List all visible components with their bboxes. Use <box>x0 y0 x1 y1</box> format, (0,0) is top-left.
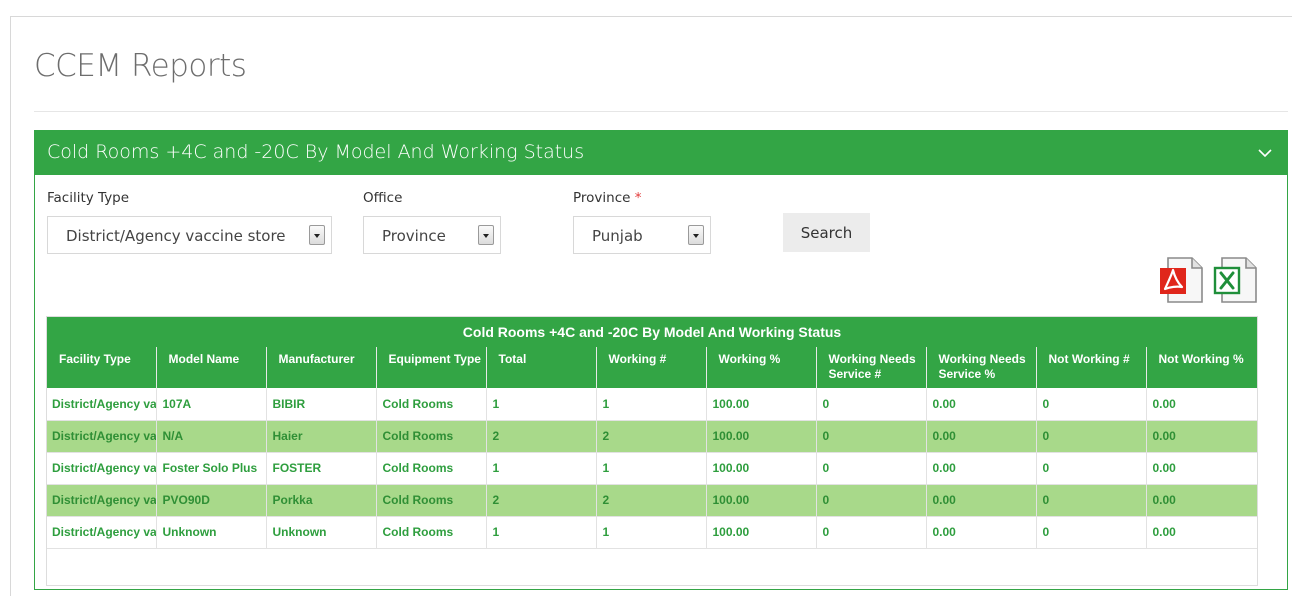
column-header[interactable]: Working # <box>596 347 707 388</box>
table-cell: 100.00 <box>706 420 817 453</box>
table-cell: 0 <box>816 516 927 549</box>
chevron-down-icon[interactable] <box>688 225 704 245</box>
table-row[interactable]: District/Agency vaccine store Unknown Un… <box>47 516 1257 549</box>
column-header[interactable]: Facility Type <box>47 347 157 388</box>
table-cell: 0.00 <box>926 388 1037 421</box>
table-cell: 0 <box>1036 420 1147 453</box>
column-header[interactable]: Working Needs Service % <box>926 347 1037 388</box>
table-cell: 0.00 <box>1146 516 1257 549</box>
table-cell: 0 <box>816 420 927 453</box>
facility-type-select[interactable]: District/Agency vaccine store <box>47 216 332 254</box>
office-select[interactable]: Province <box>363 216 501 254</box>
table-cell: 1 <box>486 388 597 421</box>
report-table: Facility Type Model Name Manufacturer Eq… <box>47 347 1257 549</box>
excel-icon[interactable] <box>1212 256 1260 304</box>
table-cell: FOSTER <box>266 452 377 485</box>
table-cell: 0.00 <box>1146 452 1257 485</box>
table-cell: Cold Rooms <box>376 420 487 453</box>
table-cell: 100.00 <box>706 484 817 517</box>
table-cell: 0 <box>816 388 927 421</box>
table-cell: 100.00 <box>706 388 817 421</box>
table-cell: 0 <box>1036 452 1147 485</box>
table-cell: 1 <box>596 388 707 421</box>
table-cell: Cold Rooms <box>376 388 487 421</box>
table-cell: N/A <box>156 420 267 453</box>
table-cell: Haier <box>266 420 377 453</box>
table-cell: 0 <box>1036 516 1147 549</box>
table-cell: 0.00 <box>1146 388 1257 421</box>
province-value: Punjab <box>592 227 643 245</box>
table-row[interactable]: District/Agency vaccine store 107A BIBIR… <box>47 388 1257 421</box>
office-label: Office <box>363 190 403 206</box>
province-label: Province * <box>573 190 642 206</box>
column-header[interactable]: Working % <box>706 347 817 388</box>
province-select[interactable]: Punjab <box>573 216 711 254</box>
table-cell: 100.00 <box>706 452 817 485</box>
table-cell: 107A <box>156 388 267 421</box>
title-divider <box>34 111 1288 112</box>
page-title: CCEM Reports <box>34 48 247 84</box>
table-cell: District/Agency vaccine store <box>47 516 157 549</box>
table-cell: Foster Solo Plus <box>156 452 267 485</box>
table-cell: 1 <box>596 452 707 485</box>
panel-title: Cold Rooms +4C and -20C By Model And Wor… <box>47 141 585 163</box>
table-cell: Unknown <box>266 516 377 549</box>
column-header[interactable]: Total <box>486 347 597 388</box>
table-cell: District/Agency vaccine store <box>47 420 157 453</box>
table-cell: 0 <box>816 452 927 485</box>
table-cell: District/Agency vaccine store <box>47 484 157 517</box>
table-cell: 0.00 <box>926 484 1037 517</box>
required-marker: * <box>634 190 642 206</box>
table-cell: 0.00 <box>926 452 1037 485</box>
table-row[interactable]: District/Agency vaccine store Foster Sol… <box>47 452 1257 485</box>
table-cell: Cold Rooms <box>376 452 487 485</box>
chevron-down-icon[interactable] <box>309 225 325 245</box>
table-cell: 2 <box>596 420 707 453</box>
table-cell: 2 <box>596 484 707 517</box>
table-cell: 1 <box>596 516 707 549</box>
grid-caption: Cold Rooms +4C and -20C By Model And Wor… <box>47 317 1257 347</box>
column-header[interactable]: Working Needs Service # <box>816 347 927 388</box>
pdf-icon[interactable] <box>1158 256 1206 304</box>
header-row: Facility Type Model Name Manufacturer Eq… <box>47 347 1257 388</box>
search-button[interactable]: Search <box>783 213 870 252</box>
column-header[interactable]: Model Name <box>156 347 267 388</box>
table-cell: 2 <box>486 420 597 453</box>
province-label-text: Province <box>573 190 631 206</box>
table-cell: PVO90D <box>156 484 267 517</box>
table-cell: District/Agency vaccine store <box>47 388 157 421</box>
table-cell: Cold Rooms <box>376 516 487 549</box>
table-cell: 0.00 <box>1146 484 1257 517</box>
table-cell: 1 <box>486 452 597 485</box>
table-cell: 0.00 <box>1146 420 1257 453</box>
table-cell: 0 <box>816 484 927 517</box>
panel-header[interactable]: Cold Rooms +4C and -20C By Model And Wor… <box>35 131 1287 175</box>
table-row[interactable]: District/Agency vaccine store N/A Haier … <box>47 420 1257 453</box>
table-cell: 0.00 <box>926 516 1037 549</box>
column-header[interactable]: Not Working % <box>1146 347 1257 388</box>
table-cell: Porkka <box>266 484 377 517</box>
table-cell: 0 <box>1036 484 1147 517</box>
facility-type-value: District/Agency vaccine store <box>66 227 286 245</box>
column-header[interactable]: Not Working # <box>1036 347 1147 388</box>
column-header[interactable]: Equipment Type <box>376 347 487 388</box>
table-cell: Unknown <box>156 516 267 549</box>
table-cell: 2 <box>486 484 597 517</box>
table-row[interactable]: District/Agency vaccine store PVO90D Por… <box>47 484 1257 517</box>
facility-type-label: Facility Type <box>47 190 130 206</box>
report-grid: Cold Rooms +4C and -20C By Model And Wor… <box>46 316 1258 586</box>
chevron-down-icon[interactable] <box>478 225 494 245</box>
chevron-down-icon[interactable] <box>1255 143 1275 163</box>
table-cell: 100.00 <box>706 516 817 549</box>
table-cell: 1 <box>486 516 597 549</box>
table-cell: Cold Rooms <box>376 484 487 517</box>
table-cell: BIBIR <box>266 388 377 421</box>
table-cell: 0 <box>1036 388 1147 421</box>
table-cell: District/Agency vaccine store <box>47 452 157 485</box>
table-cell: 0.00 <box>926 420 1037 453</box>
office-value: Province <box>382 227 446 245</box>
column-header[interactable]: Manufacturer <box>266 347 377 388</box>
